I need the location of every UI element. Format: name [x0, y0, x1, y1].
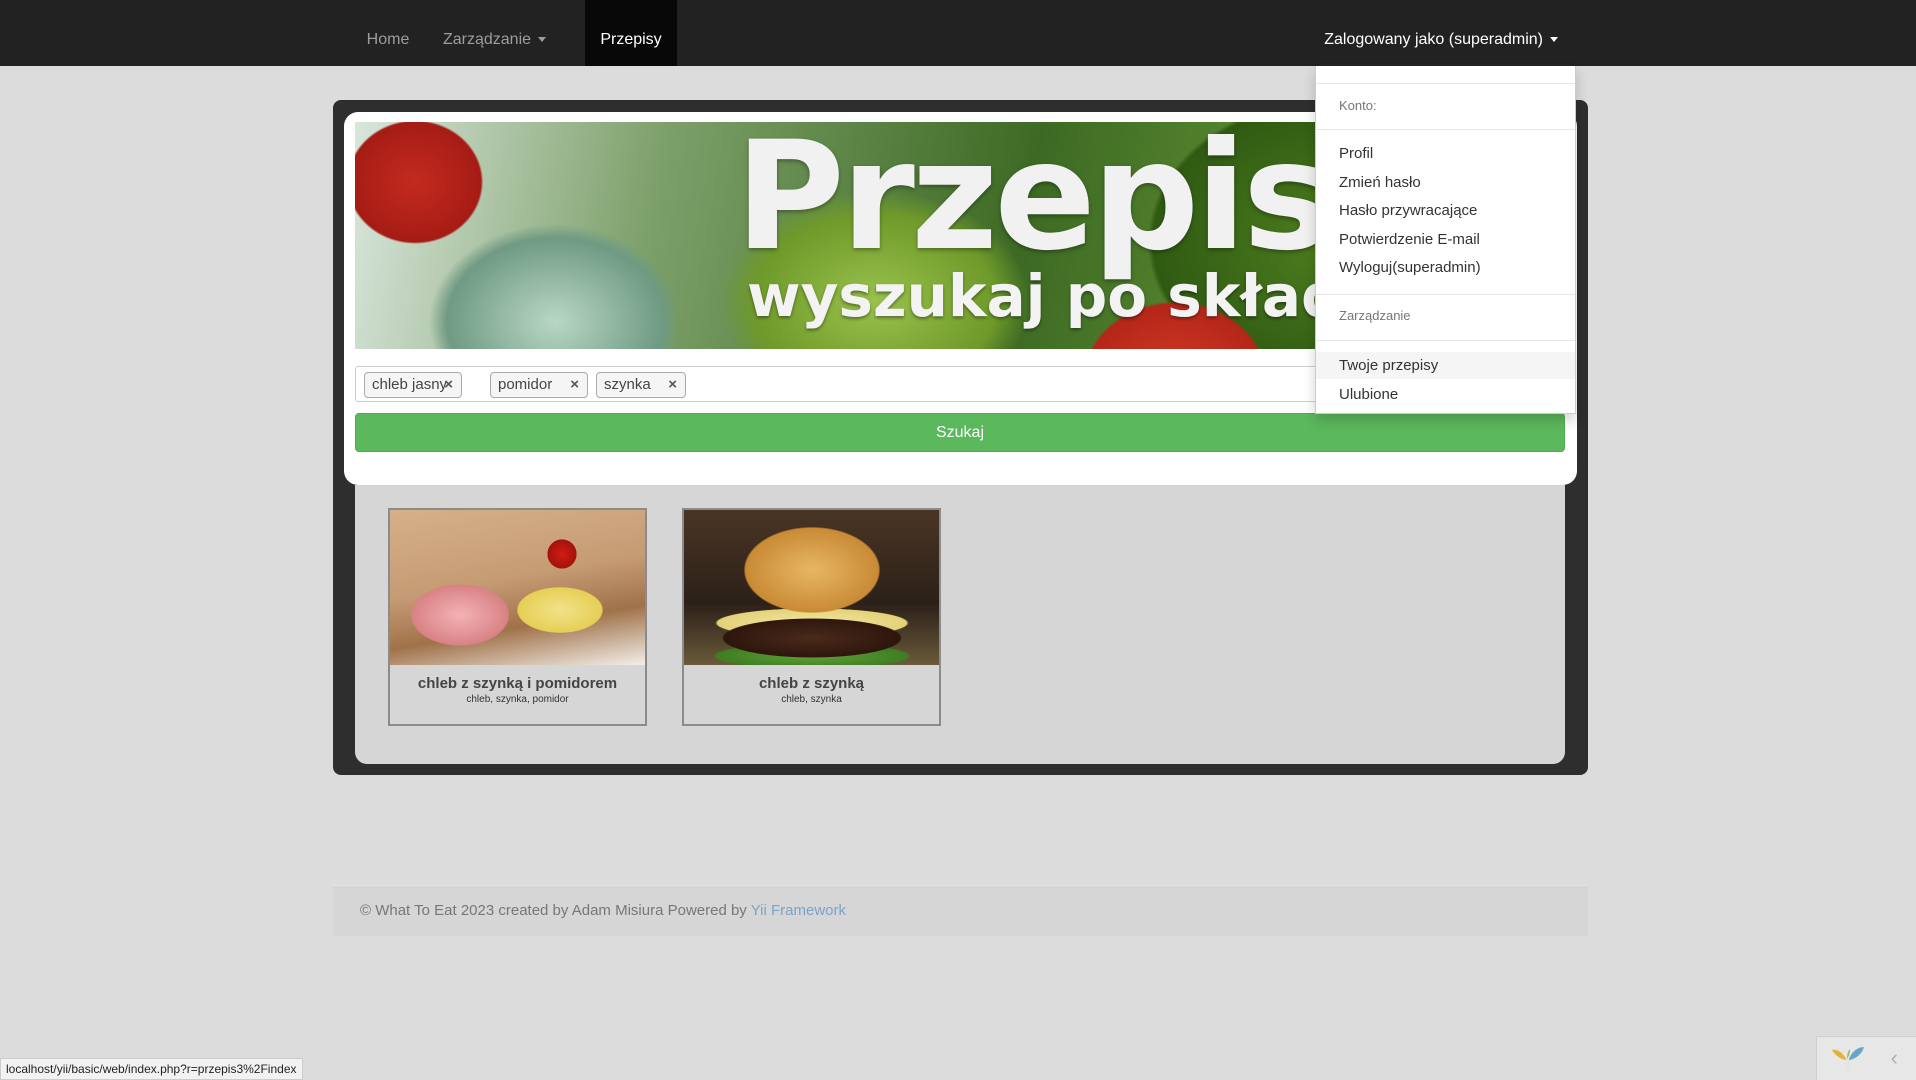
recipe-title: chleb z szynką i pomidorem [417, 675, 618, 692]
caret-down-icon [538, 37, 547, 43]
nav-recipes[interactable]: Przepisy [585, 0, 677, 66]
chevron-left-icon[interactable]: ‹ [1891, 1045, 1898, 1071]
caret-down-icon [1550, 37, 1558, 43]
yii-logo-icon[interactable] [1831, 1045, 1865, 1075]
recipe-title: chleb z szynką [758, 675, 865, 692]
tag-label: pomidor [498, 376, 553, 393]
menu-item-favorites[interactable]: Ulubione [1316, 381, 1575, 408]
tag-chip: szynka × [596, 372, 686, 398]
menu-item-change-password[interactable]: Zmień hasło [1316, 169, 1575, 196]
tag-remove-icon[interactable]: × [668, 373, 677, 397]
nav-home[interactable]: Home [344, 0, 432, 66]
tag-label: szynka [604, 376, 651, 393]
tag-label: chleb jasny [372, 376, 448, 393]
page-footer: © What To Eat 2023 created by Adam Misiu… [333, 885, 1588, 936]
account-header: Konto: [1339, 98, 1377, 113]
footer-copyright: © What To Eat 2023 created by Adam Misiu… [360, 902, 751, 919]
recipe-image [390, 510, 645, 665]
footer-text: © What To Eat 2023 created by Adam Misiu… [360, 902, 846, 919]
divider [1316, 129, 1575, 130]
management-header: Zarządzanie [1339, 308, 1411, 323]
user-dropdown-menu: Konto: Profil Zmień hasło Hasło przywrac… [1315, 66, 1576, 414]
recipe-caption: chleb z szynką i pomidorem chleb, szynka… [390, 665, 645, 724]
browser-status-bar: localhost/yii/basic/web/index.php?r=prze… [0, 1058, 303, 1080]
menu-item-your-recipes[interactable]: Twoje przepisy [1316, 352, 1575, 379]
tag-chip: pomidor × [490, 372, 588, 398]
footer-framework-link[interactable]: Yii Framework [751, 902, 846, 919]
tag-chip: chleb jasny × [364, 372, 462, 398]
top-navbar: Home Zarządzanie Przepisy Zalogowany jak… [0, 0, 1916, 66]
menu-item-profile[interactable]: Profil [1316, 140, 1575, 167]
menu-item-email-confirmation[interactable]: Potwierdzenie E-mail [1316, 226, 1575, 253]
user-menu-toggle[interactable]: Zalogowany jako (superadmin) [1324, 0, 1558, 66]
nav-management-dropdown[interactable]: Zarządzanie [432, 0, 557, 66]
banner-subtitle: wyszukaj po składn [747, 262, 1384, 330]
recipe-card[interactable]: chleb z szynką i pomidorem chleb, szynka… [388, 508, 647, 726]
divider [1316, 340, 1575, 341]
nav-management-label: Zarządzanie [442, 31, 532, 48]
divider [1316, 83, 1575, 84]
tag-remove-icon[interactable]: × [444, 373, 453, 397]
tag-remove-icon[interactable]: × [570, 373, 579, 397]
search-button[interactable]: Szukaj [355, 413, 1565, 452]
recipe-card[interactable]: chleb z szynką chleb, szynka [682, 508, 941, 726]
menu-item-logout[interactable]: Wyloguj(superadmin) [1316, 254, 1575, 281]
recipe-ingredients: chleb, szynka [781, 694, 842, 705]
recipe-ingredients: chleb, szynka, pomidor [466, 694, 569, 705]
yii-debug-toolbar[interactable]: ‹ [1816, 1036, 1916, 1080]
banner-title: Przepis [735, 122, 1332, 284]
divider [1316, 294, 1575, 295]
recipe-caption: chleb z szynką chleb, szynka [684, 665, 939, 724]
user-menu-label: Zalogowany jako (superadmin) [1324, 31, 1543, 48]
recipe-image [684, 510, 939, 665]
menu-item-reset-password[interactable]: Hasło przywracające [1316, 197, 1575, 224]
